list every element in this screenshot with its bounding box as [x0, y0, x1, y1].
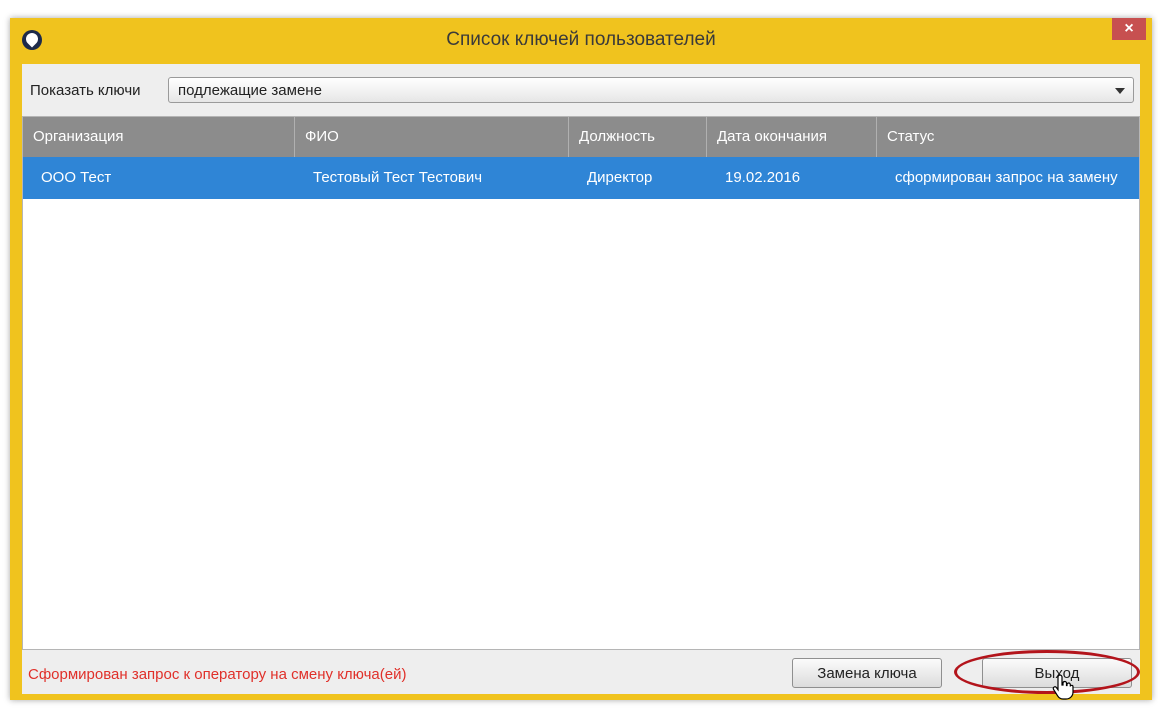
cell-end-date: 19.02.2016 [725, 169, 801, 186]
window-content: Показать ключи подлежащие замене Организ… [22, 64, 1140, 700]
keys-table: Организация ФИО Должность Дата окончания… [22, 116, 1140, 650]
replace-key-button[interactable]: Замена ключа [792, 658, 942, 688]
column-header-end-date[interactable]: Дата окончания [707, 117, 877, 157]
column-header-position[interactable]: Должность [569, 117, 707, 157]
table-header: Организация ФИО Должность Дата окончания… [23, 117, 1139, 157]
filter-row: Показать ключи подлежащие замене [22, 74, 1140, 106]
cell-name: Тестовый Тест Тестович [313, 169, 483, 186]
show-keys-select[interactable]: подлежащие замене [168, 77, 1134, 103]
table-row[interactable]: ООО Тест Тестовый Тест Тестович Директор… [23, 157, 1139, 199]
column-header-name[interactable]: ФИО [295, 117, 569, 157]
chevron-down-icon[interactable] [1115, 88, 1125, 94]
column-header-organization[interactable]: Организация [23, 117, 295, 157]
window-title: Список ключей пользователей [446, 29, 716, 50]
column-header-status[interactable]: Статус [877, 117, 1139, 157]
hand-cursor-icon [1052, 674, 1074, 700]
show-keys-selected-value: подлежащие замене [178, 82, 322, 99]
show-keys-label: Показать ключи [30, 82, 141, 99]
key-list-window: Список ключей пользователей × Показать к… [10, 18, 1152, 700]
status-message: Сформирован запрос к оператору на смену … [28, 666, 407, 683]
title-bar[interactable]: Список ключей пользователей × [10, 18, 1152, 64]
cell-status: сформирован запрос на замену [895, 169, 1118, 186]
cell-organization: ООО Тест [41, 169, 112, 186]
close-button[interactable]: × [1112, 18, 1146, 40]
cell-position: Директор [587, 169, 653, 186]
